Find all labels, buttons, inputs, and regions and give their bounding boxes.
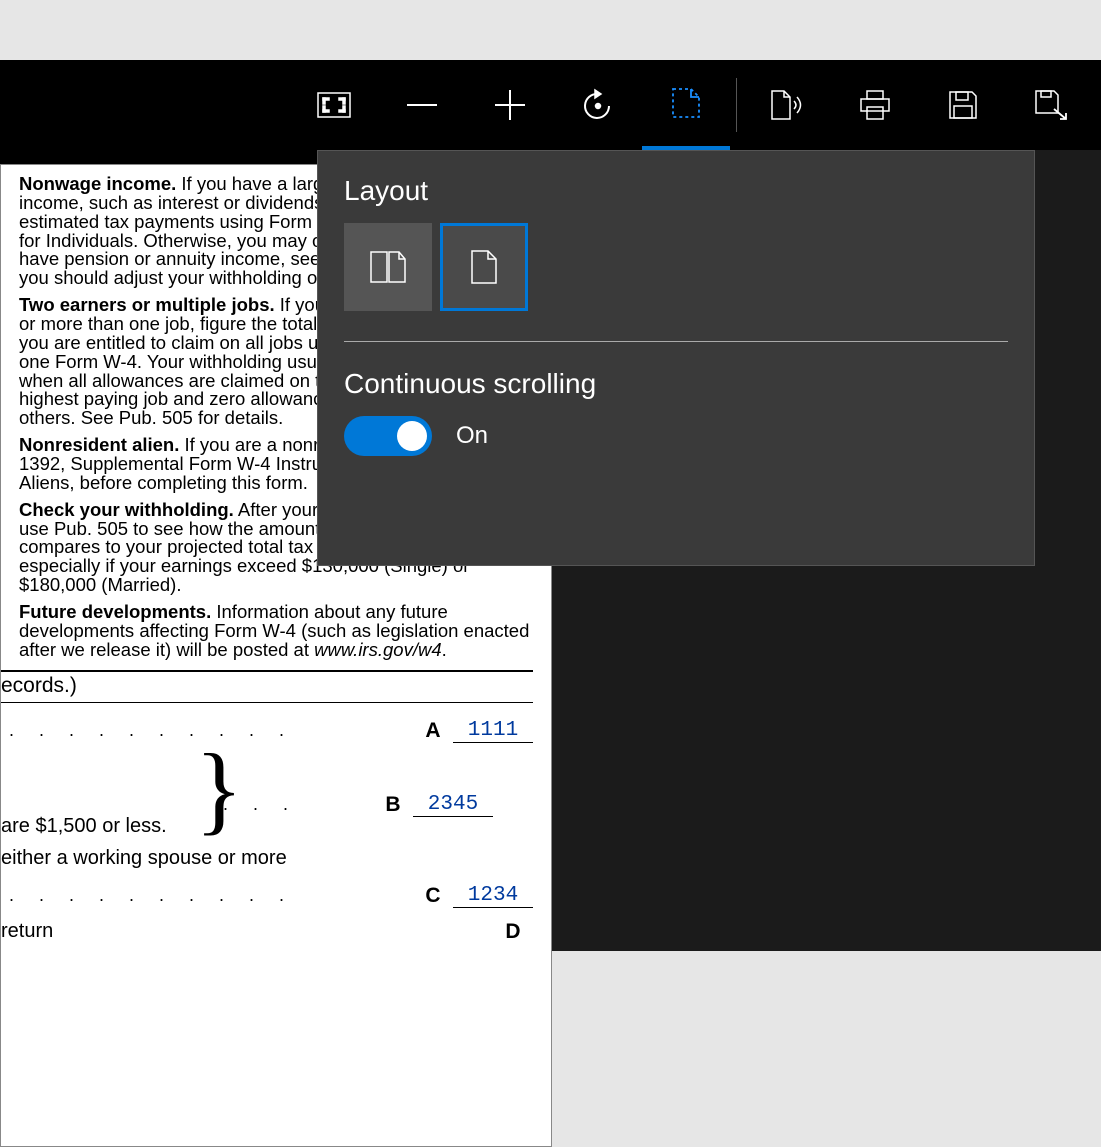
layout-heading: Layout: [344, 175, 1008, 207]
zoom-in-button[interactable]: [466, 60, 554, 150]
leader-dots: . . . . . . . . . .: [9, 885, 294, 906]
save-button[interactable]: [919, 60, 1007, 150]
worksheet-row-c: . . . . . . . . . . C 1234: [19, 874, 533, 918]
sub-text-2: either a working spouse or more: [1, 847, 533, 870]
row-letter-a: A: [413, 719, 453, 743]
pdf-toolbar: [0, 60, 1101, 150]
toolbar-separator: [736, 78, 737, 132]
read-aloud-button[interactable]: [743, 60, 831, 150]
sub-text-1: are $1,500 or less.: [1, 815, 167, 838]
continuous-scrolling-heading: Continuous scrolling: [344, 368, 1008, 400]
two-page-layout-option[interactable]: [344, 223, 432, 311]
continuous-scrolling-toggle[interactable]: [344, 416, 432, 456]
window-chrome-gap: [0, 0, 1101, 60]
row-letter-b: B: [373, 793, 413, 817]
p4-heading: Check your withholding.: [19, 499, 234, 520]
row-letter-c: C: [413, 884, 453, 908]
leader-dots: . . . . . . . . . .: [9, 720, 294, 741]
layout-button[interactable]: [642, 60, 730, 150]
p5-body-b: .: [442, 639, 447, 660]
row-value-b[interactable]: 2345: [413, 793, 493, 817]
fit-to-width-button[interactable]: [290, 60, 378, 150]
p2-heading: Two earners or multiple jobs.: [19, 294, 275, 315]
sub-text-3: return: [1, 920, 53, 943]
p5-url: www.irs.gov/w4: [314, 639, 441, 660]
popup-divider: [344, 341, 1008, 342]
layout-popup: Layout Continuous scrolling On: [317, 150, 1035, 566]
row-value-a[interactable]: 1111: [453, 719, 533, 743]
worksheet-row-a: . . . . . . . . . . A 1111: [19, 709, 533, 753]
p5-heading: Future developments.: [19, 601, 211, 622]
row-letter-d: D: [493, 920, 533, 944]
section-divider-thick: [1, 670, 533, 672]
continuous-scrolling-row: On: [344, 416, 1008, 456]
toggle-knob: [397, 421, 427, 451]
p1-heading: Nonwage income.: [19, 173, 176, 194]
worksheet-row-b: . . . B 2345: [233, 783, 493, 827]
save-as-button[interactable]: [1007, 60, 1095, 150]
records-partial-text: ecords.): [1, 674, 533, 698]
toggle-state-label: On: [456, 422, 488, 450]
zoom-out-button[interactable]: [378, 60, 466, 150]
rotate-button[interactable]: [554, 60, 642, 150]
single-page-layout-option[interactable]: [440, 223, 528, 311]
leader-dots-short: . . .: [223, 794, 298, 815]
p3-heading: Nonresident alien.: [19, 434, 179, 455]
worksheet-row-d: return D: [19, 922, 533, 942]
layout-options-row: [344, 223, 1008, 311]
print-button[interactable]: [831, 60, 919, 150]
section-divider-thin: [1, 702, 533, 703]
row-value-c[interactable]: 1234: [453, 884, 533, 908]
worksheet-rows: . . . . . . . . . . A 1111 } . . . B 234…: [19, 709, 533, 942]
